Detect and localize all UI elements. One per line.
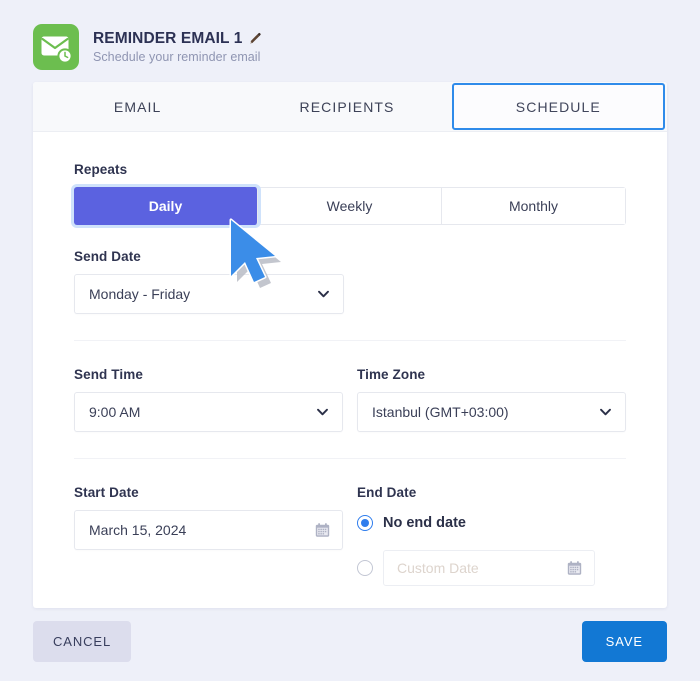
send-time-select[interactable]: 9:00 AM	[74, 392, 343, 432]
send-date-select[interactable]: Monday - Friday	[74, 274, 344, 314]
custom-date-option[interactable]: Custom Date	[357, 550, 626, 586]
time-row: Send Time 9:00 AM Time Zone Istanbul (GM…	[74, 367, 626, 432]
page-title: REMINDER EMAIL 1	[93, 30, 243, 47]
send-time-value: 9:00 AM	[89, 404, 141, 420]
envelope-clock-icon	[33, 24, 79, 70]
start-date-value: March 15, 2024	[89, 522, 187, 538]
radio-no-end-date[interactable]	[357, 515, 373, 531]
repeats-option-monthly[interactable]: Monthly	[442, 188, 625, 224]
time-zone-field: Time Zone Istanbul (GMT+03:00)	[357, 367, 626, 432]
no-end-date-label: No end date	[383, 515, 466, 531]
time-zone-select[interactable]: Istanbul (GMT+03:00)	[357, 392, 626, 432]
schedule-form: Repeats Daily Weekly Monthly Send Date M…	[33, 132, 667, 586]
tab-bar: EMAIL RECIPIENTS SCHEDULE	[33, 82, 667, 132]
page-subtitle: Schedule your reminder email	[93, 50, 261, 64]
start-date-input[interactable]: March 15, 2024	[74, 510, 343, 550]
tab-email[interactable]: EMAIL	[33, 82, 242, 131]
save-button[interactable]: SAVE	[581, 621, 667, 662]
custom-date-placeholder: Custom Date	[397, 560, 479, 576]
calendar-icon[interactable]	[567, 561, 582, 576]
no-end-date-option[interactable]: No end date	[357, 510, 626, 536]
send-date-value: Monday - Friday	[89, 286, 191, 302]
clock-icon	[57, 48, 73, 64]
repeats-option-daily[interactable]: Daily	[74, 187, 258, 225]
send-time-label: Send Time	[74, 367, 143, 382]
calendar-icon[interactable]	[315, 523, 330, 538]
cancel-button[interactable]: CANCEL	[33, 621, 132, 662]
app-header: REMINDER EMAIL 1 Schedule your reminder …	[33, 18, 667, 76]
chevron-down-icon	[318, 290, 329, 298]
repeats-option-weekly[interactable]: Weekly	[258, 188, 442, 224]
tab-recipients[interactable]: RECIPIENTS	[242, 82, 451, 131]
send-date-label: Send Date	[74, 249, 141, 264]
radio-custom-date[interactable]	[357, 560, 373, 576]
custom-date-input[interactable]: Custom Date	[383, 550, 595, 586]
send-time-field: Send Time 9:00 AM	[74, 367, 343, 432]
chevron-down-icon	[317, 408, 328, 416]
repeats-label: Repeats	[74, 162, 128, 177]
tab-schedule[interactable]: SCHEDULE	[451, 83, 665, 130]
time-zone-value: Istanbul (GMT+03:00)	[372, 404, 509, 420]
schedule-card: EMAIL RECIPIENTS SCHEDULE Repeats Daily …	[33, 82, 667, 608]
divider-2	[74, 458, 626, 459]
start-date-label: Start Date	[74, 485, 139, 500]
title-row: REMINDER EMAIL 1	[93, 30, 262, 48]
header-text-block: REMINDER EMAIL 1 Schedule your reminder …	[93, 30, 262, 64]
chevron-down-icon	[600, 408, 611, 416]
date-row: Start Date March 15, 2024 End Date No en…	[74, 485, 626, 586]
end-date-field: End Date No end date Custom Date	[357, 485, 626, 586]
start-date-field: Start Date March 15, 2024	[74, 485, 343, 586]
end-date-label: End Date	[357, 485, 417, 500]
divider-1	[74, 340, 626, 341]
pencil-icon[interactable]	[248, 32, 262, 46]
footer-actions: CANCEL SAVE	[33, 621, 667, 662]
time-zone-label: Time Zone	[357, 367, 426, 382]
repeats-segmented-control: Daily Weekly Monthly	[74, 187, 626, 225]
